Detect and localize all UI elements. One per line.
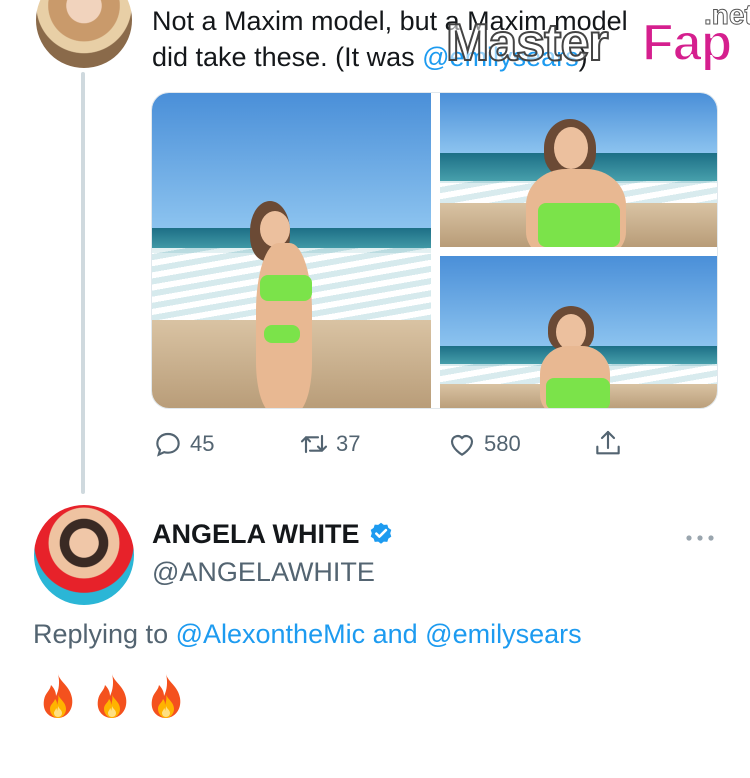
reply-author-avatar[interactable] (34, 505, 134, 605)
more-options-icon[interactable] (683, 530, 717, 546)
fire-emoji-icon (43, 674, 73, 718)
watermark-master-text: Master (445, 13, 610, 73)
reply-emoji-text (38, 672, 186, 720)
retweet-button[interactable]: 37 (298, 424, 360, 464)
reply-icon (156, 432, 180, 457)
like-count: 580 (484, 431, 521, 456)
watermark-net-text: .net (704, 0, 750, 31)
retweet-count: 37 (336, 431, 361, 456)
display-name-text: ANGELA WHITE (152, 519, 360, 549)
replying-mention-2[interactable]: @emilysears (425, 619, 581, 649)
heart-icon (450, 435, 474, 456)
retweet-icon (300, 434, 328, 454)
replying-prefix: Replying to (33, 619, 176, 649)
reply-author-name[interactable]: ANGELA WHITE (152, 519, 395, 550)
tweet-media-grid (151, 92, 718, 409)
verified-badge-icon (371, 522, 392, 544)
tweet-actions-bar: 45 37 580 (152, 424, 632, 464)
tweet-text-line-2-prefix: did take these. (It was (152, 42, 423, 72)
share-icon (596, 430, 620, 455)
original-author-avatar[interactable] (34, 0, 134, 70)
tweet-photo-1[interactable] (152, 93, 431, 408)
fire-emoji-icon (151, 674, 181, 718)
share-button[interactable] (592, 424, 624, 464)
tweet-photo-3[interactable] (440, 256, 717, 408)
replying-and: and (365, 619, 426, 649)
replying-to-line: Replying to @AlexontheMic and @emilysear… (33, 619, 582, 650)
thread-connector-line (81, 72, 85, 494)
tweet-photo-2[interactable] (440, 93, 717, 247)
watermark-logo: Master Fap .net (445, 0, 750, 73)
reply-count: 45 (190, 431, 215, 456)
fire-emoji-icon (97, 674, 127, 718)
reply-button[interactable]: 45 (152, 424, 214, 464)
reply-author-handle[interactable]: @ANGELAWHITE (152, 557, 375, 588)
replying-mention-1[interactable]: @AlexontheMic (176, 619, 366, 649)
like-button[interactable]: 580 (446, 424, 521, 464)
